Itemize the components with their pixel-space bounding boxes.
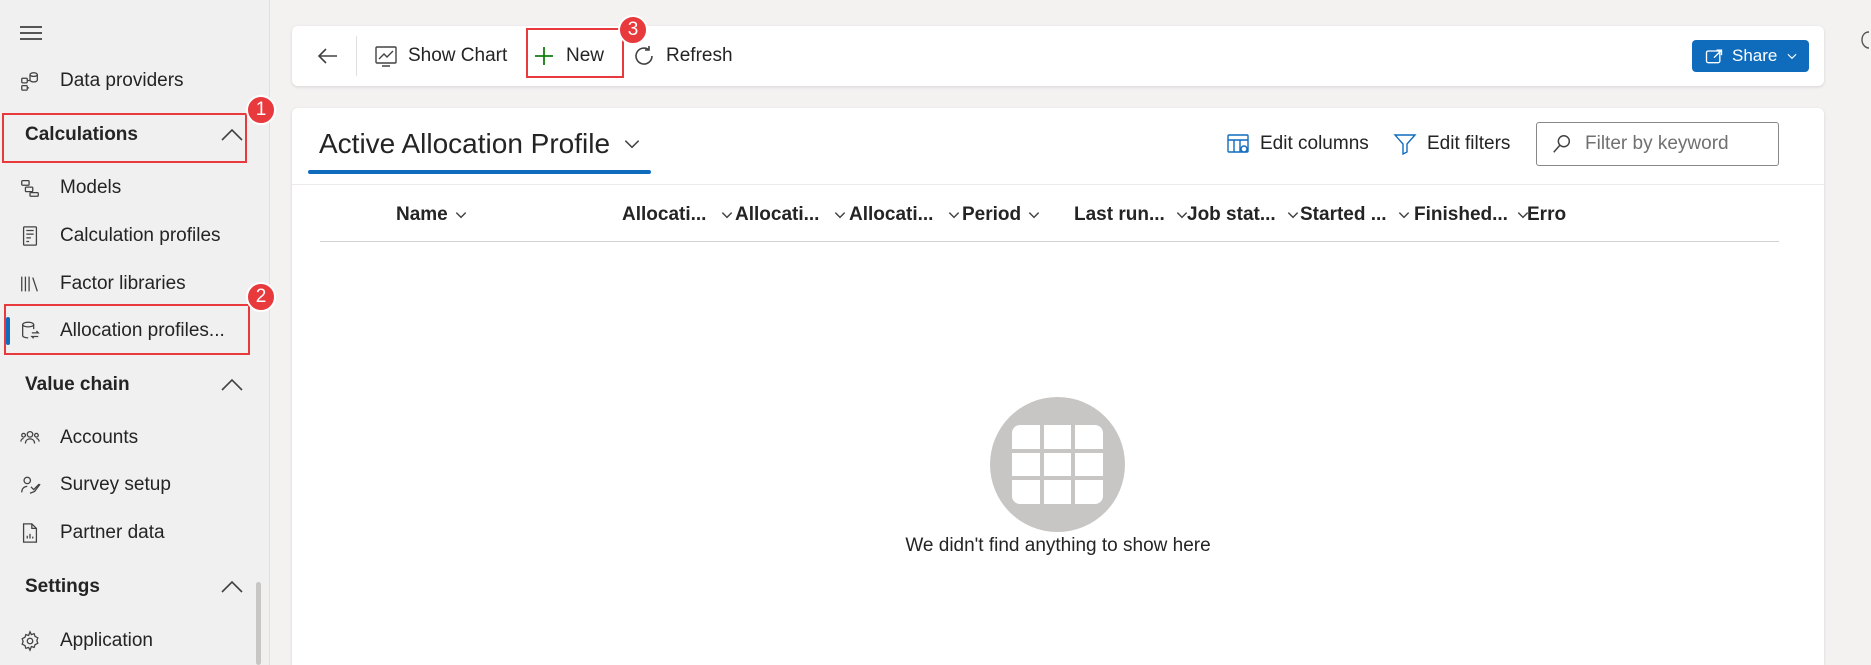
show-chart-button[interactable]: Show Chart — [374, 26, 507, 86]
column-label: Allocati... — [849, 204, 934, 225]
chevron-up-icon — [221, 378, 243, 391]
sidebar-item-application[interactable]: Application — [0, 619, 262, 663]
models-icon — [18, 176, 42, 200]
column-label: Last run... — [1074, 204, 1165, 225]
header-underline — [320, 241, 1779, 242]
edit-columns-button[interactable]: Edit columns — [1226, 132, 1369, 156]
edit-columns-label: Edit columns — [1260, 133, 1369, 154]
chevron-down-icon — [1787, 53, 1797, 60]
sidebar-item-partner-data[interactable]: Partner data — [0, 511, 262, 555]
column-header-last-run[interactable]: Last run... — [1074, 201, 1189, 229]
empty-state-graphic — [990, 397, 1125, 532]
edge-glyph-icon — [1861, 31, 1870, 49]
sidebar-item-label: Models — [60, 177, 122, 198]
share-button[interactable]: Share — [1692, 40, 1809, 72]
sidebar-item-data-providers[interactable]: Data providers — [0, 59, 262, 103]
edit-filters-button[interactable]: Edit filters — [1393, 132, 1510, 156]
sidebar-item-accounts[interactable]: Accounts — [0, 416, 262, 460]
group-value-chain[interactable]: Value chain — [0, 363, 262, 407]
grid-separator — [292, 184, 1824, 185]
calculation-profiles-icon — [18, 224, 42, 248]
main-panel: Active Allocation Profile Edit columns E… — [292, 108, 1824, 665]
sidebar-item-models[interactable]: Models — [0, 166, 262, 210]
chevron-down-icon — [455, 212, 466, 219]
sidebar-item-calculation-profiles[interactable]: Calculation profiles — [0, 214, 262, 258]
filter-icon — [1393, 134, 1417, 156]
toolbar-divider — [356, 36, 357, 76]
column-label: Period — [962, 204, 1022, 225]
column-header-period[interactable]: Period — [962, 201, 1041, 229]
sidebar-item-survey-setup[interactable]: Survey setup — [0, 463, 262, 507]
chevron-down-icon — [1287, 212, 1298, 219]
view-title: Active Allocation Profile — [319, 128, 611, 159]
accounts-icon — [18, 426, 42, 450]
share-icon — [1705, 49, 1723, 64]
empty-state-message: We didn't find anything to show here — [905, 535, 1211, 556]
share-label: Share — [1732, 46, 1778, 65]
sidebar-item-label: Survey setup — [60, 474, 171, 495]
sidebar-item-label: Calculation profiles — [60, 225, 221, 246]
column-label: Name — [396, 204, 448, 225]
sidebar-item-label: Accounts — [60, 427, 139, 448]
command-bar: Show Chart New Refresh Share — [292, 26, 1824, 86]
annotation-badge-2: 2 — [246, 282, 276, 312]
back-button[interactable] — [316, 26, 350, 86]
table-icon — [1012, 425, 1103, 504]
chevron-down-icon — [722, 212, 733, 219]
chart-icon — [375, 46, 397, 67]
column-header-error[interactable]: Erro — [1527, 201, 1779, 229]
sidebar-item-factor-libraries[interactable]: Factor libraries — [0, 262, 262, 306]
view-selector[interactable]: Active Allocation Profile — [319, 128, 642, 160]
show-chart-label: Show Chart — [408, 45, 508, 66]
chevron-down-icon — [624, 140, 640, 149]
column-header-allocation-2[interactable]: Allocati... — [735, 201, 847, 229]
chevron-down-icon — [1028, 212, 1040, 219]
partner-data-icon — [18, 521, 42, 545]
column-label: Job stat... — [1187, 204, 1276, 225]
group-settings[interactable]: Settings — [0, 565, 262, 609]
annotation-badge-1: 1 — [246, 95, 276, 125]
edit-filters-label: Edit filters — [1427, 133, 1511, 154]
annotation-box-3 — [526, 28, 624, 78]
column-header-job-status[interactable]: Job stat... — [1187, 201, 1300, 229]
back-arrow-icon — [317, 48, 337, 64]
sidebar-item-label: Partner data — [60, 522, 165, 543]
column-header-finished[interactable]: Finished... — [1414, 201, 1530, 229]
column-label: Finished... — [1414, 204, 1508, 225]
column-label: Erro — [1527, 204, 1567, 225]
group-title: Settings — [25, 576, 100, 597]
chevron-down-icon — [1398, 212, 1409, 219]
data-providers-icon — [18, 69, 42, 93]
sidebar-item-label: Factor libraries — [60, 273, 186, 294]
filter-input[interactable] — [1585, 133, 1775, 155]
annotation-box-1 — [2, 113, 247, 163]
column-header-allocation-1[interactable]: Allocati... — [622, 201, 734, 229]
hamburger-menu-icon[interactable] — [20, 26, 42, 40]
search-icon — [1553, 135, 1571, 153]
chevron-down-icon — [835, 212, 846, 219]
edit-columns-icon — [1227, 134, 1249, 153]
column-label: Allocati... — [735, 204, 820, 225]
refresh-label: Refresh — [666, 45, 733, 66]
column-header-started[interactable]: Started ... — [1300, 201, 1411, 229]
gear-icon — [18, 629, 42, 653]
annotation-box-2 — [4, 304, 250, 355]
sidebar-item-label: Application — [60, 630, 153, 651]
column-label: Allocati... — [622, 204, 707, 225]
sidebar-item-label: Data providers — [60, 70, 184, 91]
column-header-name[interactable]: Name — [396, 201, 468, 229]
column-label: Started ... — [1300, 204, 1387, 225]
chevron-down-icon — [949, 212, 960, 219]
annotation-badge-3: 3 — [618, 15, 648, 45]
refresh-icon — [635, 46, 653, 65]
filter-by-keyword-box[interactable] — [1536, 122, 1779, 166]
group-title: Value chain — [25, 374, 130, 395]
factor-libraries-icon — [18, 272, 42, 296]
column-header-allocation-3[interactable]: Allocati... — [849, 201, 961, 229]
survey-setup-icon — [18, 473, 42, 497]
view-underline — [308, 170, 651, 174]
chevron-up-icon — [221, 580, 243, 593]
sidebar-scrollbar[interactable] — [256, 582, 261, 665]
